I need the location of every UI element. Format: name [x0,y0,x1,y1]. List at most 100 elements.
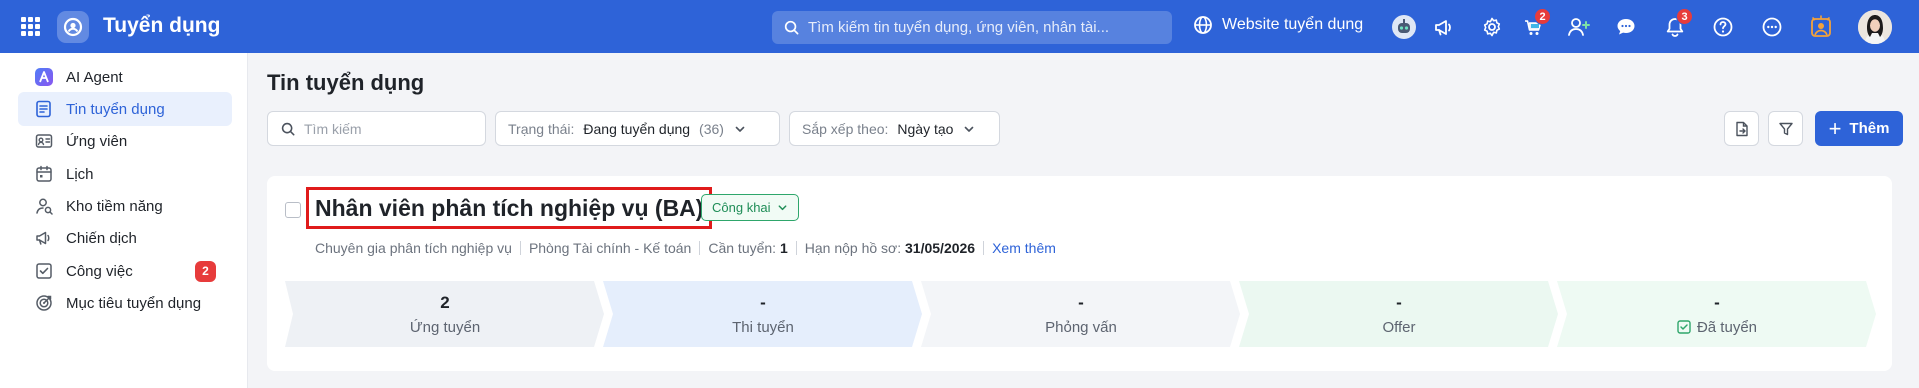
plus-icon: + [1828,115,1842,141]
job-title-highlight[interactable]: Nhân viên phân tích nghiệp vụ (BA) [306,187,713,229]
divider [519,241,521,255]
add-job-button-label: Thêm [1849,120,1890,137]
stage-shape-3 [1239,281,1558,347]
search-icon [784,20,799,35]
sort-value: Ngày tạo [897,120,954,137]
id-card-icon [34,131,54,151]
sidebar-item-label: Mục tiêu tuyển dụng [66,294,202,312]
website-link[interactable]: Website tuyển dụng [1193,15,1363,35]
task-icon [34,261,54,281]
stage-background [921,281,1240,347]
ai-bot-icon[interactable] [1390,13,1418,41]
stage-shape-2 [921,281,1240,347]
job-need-value: 1 [779,240,788,256]
divider [795,241,797,255]
job-title[interactable]: Nhân viên phân tích nghiệp vụ (BA) [315,195,703,222]
app-title[interactable]: Tuyển dụng [103,14,220,38]
bell-icon[interactable]: 3 [1661,8,1693,41]
status-filter-count: (36) [699,120,724,137]
sidebar-item-talent-pool[interactable]: Kho tiềm năng [18,189,232,223]
status-filter-value: Đang tuyển dụng [583,120,691,137]
stage-shape-4 [1557,281,1876,347]
sidebar-item-label: Ứng viên [66,132,128,150]
sun-badge-icon[interactable] [1807,13,1835,41]
search-icon [281,122,295,136]
stage-count: - [1714,292,1720,312]
stage-count: 2 [440,292,450,312]
filter-icon [1778,121,1794,137]
job-meta: Chuyên gia phân tích nghiệp vụ Phòng Tài… [315,240,1056,256]
divider [983,241,985,255]
job-search[interactable] [267,111,486,146]
stage-offer[interactable]: - Offer [1239,281,1559,347]
gear-icon[interactable] [1478,13,1506,41]
globe-icon [1193,15,1213,35]
add-job-button[interactable]: + Thêm [1815,111,1903,146]
stage-applied[interactable]: 2 Ứng tuyển [285,281,605,347]
sidebar: AI Agent Tin tuyển dụng Ứng viên Lịch Kh… [0,53,248,388]
calendar-icon [34,164,54,184]
sidebar-item-label: Lịch [66,165,94,183]
document-icon [34,99,54,119]
stage-label: Đã tuyển [1696,318,1758,336]
sidebar-item-label: Kho tiềm năng [66,197,163,215]
filter-button[interactable] [1768,111,1803,146]
apps-grid-icon[interactable] [21,17,40,36]
talent-pool-icon [34,196,54,216]
global-search-input[interactable] [808,19,1158,36]
global-search[interactable] [772,11,1172,44]
job-department: Phòng Tài chính - Kế toán [528,240,692,256]
see-more-link[interactable]: Xem thêm [992,240,1056,256]
status-filter-label: Trạng thái: [508,120,575,137]
stage-exam[interactable]: - Thi tuyển [603,281,923,347]
check-square-icon [1677,320,1691,334]
sort-dropdown[interactable]: Sắp xếp theo: Ngày tạo [789,111,1000,146]
sidebar-item-label: Tin tuyển dụng [66,100,165,118]
chat-icon[interactable] [1612,13,1640,41]
more-icon[interactable] [1758,13,1786,41]
stage-interview[interactable]: - Phỏng vấn [921,281,1241,347]
job-select-checkbox[interactable] [285,202,301,218]
target-icon [34,293,54,313]
sidebar-item-label: AI Agent [66,68,123,86]
export-button[interactable] [1724,111,1759,146]
notification-badge: 3 [1676,8,1693,25]
stage-background [603,281,922,347]
stage-label: Thi tuyển [732,318,794,336]
sidebar-item-candidates[interactable]: Ứng viên [18,124,232,158]
chevron-down-icon [777,202,788,213]
status-filter-dropdown[interactable]: Trạng thái: Đang tuyển dụng (36) [495,111,780,146]
stage-count: - [1396,292,1402,312]
sidebar-item-campaigns[interactable]: Chiến dịch [18,221,232,255]
stage-count: - [760,292,766,312]
cart-badge: 2 [1534,8,1551,25]
stage-label: Phỏng vấn [1045,318,1117,336]
ai-agent-icon [34,67,54,87]
sidebar-item-job-posts[interactable]: Tin tuyển dụng [18,92,232,126]
campaign-icon [34,228,54,248]
avatar[interactable] [1858,10,1892,44]
stage-hired[interactable]: - Đã tuyển [1557,281,1877,347]
add-user-icon[interactable] [1565,13,1593,41]
sidebar-item-tasks[interactable]: Công việc 2 [18,254,232,288]
sidebar-item-ai-agent[interactable]: AI Agent [18,60,232,94]
top-bar: Tuyển dụng Website tuyển dụng 2 3 [0,0,1919,53]
job-deadline-value: 31/05/2026 [905,240,976,256]
visibility-label: Công khai [712,200,771,215]
tasks-count-badge: 2 [195,260,216,282]
cart-icon[interactable]: 2 [1519,8,1551,41]
visibility-dropdown[interactable]: Công khai [701,194,799,221]
stage-background [1239,281,1558,347]
sidebar-item-recruitment-goals[interactable]: Mục tiêu tuyển dụng [18,286,232,320]
job-search-input[interactable] [304,120,474,137]
app-logo-icon[interactable] [57,11,89,43]
job-card: Nhân viên phân tích nghiệp vụ (BA) Công … [267,176,1892,371]
stage-label-wrap: Đã tuyển [1677,319,1757,336]
job-position: Chuyên gia phân tích nghiệp vụ [315,240,512,256]
help-icon[interactable] [1709,13,1737,41]
stage-shape-1 [603,281,922,347]
megaphone-icon[interactable] [1430,13,1458,41]
sidebar-item-calendar[interactable]: Lịch [18,157,232,191]
recruitment-pipeline: 2 Ứng tuyển - Thi tuyển - Phỏng vấn - Of… [285,281,1885,347]
export-file-icon [1734,121,1750,137]
